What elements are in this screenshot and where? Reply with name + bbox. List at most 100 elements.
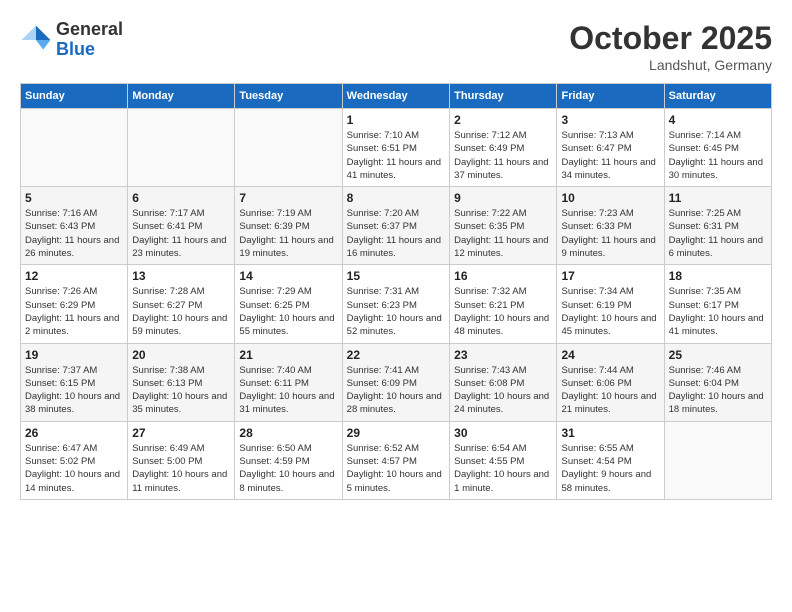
day-info: Sunrise: 7:10 AMSunset: 6:51 PMDaylight:…	[347, 129, 445, 182]
day-info: Sunrise: 7:38 AMSunset: 6:13 PMDaylight:…	[132, 364, 230, 417]
day-header: Monday	[128, 84, 235, 109]
day-info: Sunrise: 7:34 AMSunset: 6:19 PMDaylight:…	[561, 285, 659, 338]
day-number: 20	[132, 348, 230, 362]
calendar-week-row: 12Sunrise: 7:26 AMSunset: 6:29 PMDayligh…	[21, 265, 772, 343]
title-block: October 2025 Landshut, Germany	[569, 20, 772, 73]
day-number: 30	[454, 426, 552, 440]
calendar-cell	[664, 421, 771, 499]
day-info: Sunrise: 7:40 AMSunset: 6:11 PMDaylight:…	[239, 364, 337, 417]
day-number: 19	[25, 348, 123, 362]
day-number: 5	[25, 191, 123, 205]
calendar-cell: 16Sunrise: 7:32 AMSunset: 6:21 PMDayligh…	[450, 265, 557, 343]
day-info: Sunrise: 7:44 AMSunset: 6:06 PMDaylight:…	[561, 364, 659, 417]
day-number: 8	[347, 191, 445, 205]
day-number: 3	[561, 113, 659, 127]
day-info: Sunrise: 7:19 AMSunset: 6:39 PMDaylight:…	[239, 207, 337, 260]
day-info: Sunrise: 7:22 AMSunset: 6:35 PMDaylight:…	[454, 207, 552, 260]
calendar-cell: 9 Sunrise: 7:22 AMSunset: 6:35 PMDaylight…	[450, 187, 557, 265]
day-info: Sunrise: 7:46 AMSunset: 6:04 PMDaylight:…	[669, 364, 767, 417]
calendar-cell: 4Sunrise: 7:14 AMSunset: 6:45 PMDaylight…	[664, 109, 771, 187]
day-header: Wednesday	[342, 84, 449, 109]
day-header: Friday	[557, 84, 664, 109]
calendar-cell: 8 Sunrise: 7:20 AMSunset: 6:37 PMDaylight…	[342, 187, 449, 265]
calendar-cell: 6 Sunrise: 7:17 AMSunset: 6:41 PMDaylight…	[128, 187, 235, 265]
day-info: Sunrise: 7:20 AMSunset: 6:37 PMDaylight:…	[347, 207, 445, 260]
day-number: 9	[454, 191, 552, 205]
day-info: Sunrise: 7:26 AMSunset: 6:29 PMDaylight:…	[25, 285, 123, 338]
day-header: Sunday	[21, 84, 128, 109]
calendar-cell: 23Sunrise: 7:43 AMSunset: 6:08 PMDayligh…	[450, 343, 557, 421]
calendar-cell: 7 Sunrise: 7:19 AMSunset: 6:39 PMDaylight…	[235, 187, 342, 265]
day-info: Sunrise: 7:17 AMSunset: 6:41 PMDaylight:…	[132, 207, 230, 260]
calendar-week-row: 19 Sunrise: 7:37 AMSunset: 6:15 PMDayligh…	[21, 343, 772, 421]
day-number: 24	[561, 348, 659, 362]
logo-general: General	[56, 20, 123, 40]
calendar-cell: 10 Sunrise: 7:23 AMSunset: 6:33 PMDayligh…	[557, 187, 664, 265]
calendar-cell: 13 Sunrise: 7:28 AMSunset: 6:27 PMDayligh…	[128, 265, 235, 343]
calendar-cell: 5 Sunrise: 7:16 AMSunset: 6:43 PMDaylight…	[21, 187, 128, 265]
day-header: Tuesday	[235, 84, 342, 109]
day-number: 28	[239, 426, 337, 440]
day-header: Saturday	[664, 84, 771, 109]
page-header: General Blue October 2025 Landshut, Germ…	[20, 20, 772, 73]
calendar-cell: 22 Sunrise: 7:41 AMSunset: 6:09 PMDayligh…	[342, 343, 449, 421]
day-number: 16	[454, 269, 552, 283]
calendar-cell: 1 Sunrise: 7:10 AMSunset: 6:51 PMDaylight…	[342, 109, 449, 187]
calendar-cell: 14Sunrise: 7:29 AMSunset: 6:25 PMDayligh…	[235, 265, 342, 343]
calendar-cell: 18 Sunrise: 7:35 AMSunset: 6:17 PMDayligh…	[664, 265, 771, 343]
day-info: Sunrise: 7:43 AMSunset: 6:08 PMDaylight:…	[454, 364, 552, 417]
location: Landshut, Germany	[569, 57, 772, 73]
day-info: Sunrise: 7:12 AMSunset: 6:49 PMDaylight:…	[454, 129, 552, 182]
day-info: Sunrise: 6:55 AMSunset: 4:54 PMDaylight:…	[561, 442, 659, 495]
logo-blue: Blue	[56, 40, 123, 60]
calendar-week-row: 26Sunrise: 6:47 AMSunset: 5:02 PMDayligh…	[21, 421, 772, 499]
day-info: Sunrise: 7:23 AMSunset: 6:33 PMDaylight:…	[561, 207, 659, 260]
day-info: Sunrise: 7:13 AMSunset: 6:47 PMDaylight:…	[561, 129, 659, 182]
day-number: 26	[25, 426, 123, 440]
day-info: Sunrise: 7:28 AMSunset: 6:27 PMDaylight:…	[132, 285, 230, 338]
day-number: 1	[347, 113, 445, 127]
day-number: 10	[561, 191, 659, 205]
day-number: 13	[132, 269, 230, 283]
day-info: Sunrise: 7:16 AMSunset: 6:43 PMDaylight:…	[25, 207, 123, 260]
day-number: 4	[669, 113, 767, 127]
day-number: 15	[347, 269, 445, 283]
day-number: 18	[669, 269, 767, 283]
calendar-week-row: 1 Sunrise: 7:10 AMSunset: 6:51 PMDaylight…	[21, 109, 772, 187]
calendar-cell: 28 Sunrise: 6:50 AMSunset: 4:59 PMDayligh…	[235, 421, 342, 499]
day-number: 6	[132, 191, 230, 205]
day-number: 22	[347, 348, 445, 362]
day-number: 21	[239, 348, 337, 362]
calendar-body: 1 Sunrise: 7:10 AMSunset: 6:51 PMDaylight…	[21, 109, 772, 500]
calendar-cell: 29Sunrise: 6:52 AMSunset: 4:57 PMDayligh…	[342, 421, 449, 499]
day-info: Sunrise: 7:41 AMSunset: 6:09 PMDaylight:…	[347, 364, 445, 417]
month-title: October 2025	[569, 20, 772, 57]
calendar-cell	[21, 109, 128, 187]
day-info: Sunrise: 7:37 AMSunset: 6:15 PMDaylight:…	[25, 364, 123, 417]
calendar-cell: 15 Sunrise: 7:31 AMSunset: 6:23 PMDayligh…	[342, 265, 449, 343]
day-number: 11	[669, 191, 767, 205]
day-info: Sunrise: 7:35 AMSunset: 6:17 PMDaylight:…	[669, 285, 767, 338]
day-header: Thursday	[450, 84, 557, 109]
day-number: 29	[347, 426, 445, 440]
day-number: 25	[669, 348, 767, 362]
day-info: Sunrise: 6:50 AMSunset: 4:59 PMDaylight:…	[239, 442, 337, 495]
calendar-cell: 24 Sunrise: 7:44 AMSunset: 6:06 PMDayligh…	[557, 343, 664, 421]
calendar-cell: 27Sunrise: 6:49 AMSunset: 5:00 PMDayligh…	[128, 421, 235, 499]
calendar-cell: 21 Sunrise: 7:40 AMSunset: 6:11 PMDayligh…	[235, 343, 342, 421]
calendar-table: SundayMondayTuesdayWednesdayThursdayFrid…	[20, 83, 772, 500]
calendar-cell: 31 Sunrise: 6:55 AMSunset: 4:54 PMDayligh…	[557, 421, 664, 499]
calendar-cell: 20 Sunrise: 7:38 AMSunset: 6:13 PMDayligh…	[128, 343, 235, 421]
day-info: Sunrise: 6:49 AMSunset: 5:00 PMDaylight:…	[132, 442, 230, 495]
day-info: Sunrise: 7:31 AMSunset: 6:23 PMDaylight:…	[347, 285, 445, 338]
calendar-cell: 11Sunrise: 7:25 AMSunset: 6:31 PMDayligh…	[664, 187, 771, 265]
calendar-cell: 17Sunrise: 7:34 AMSunset: 6:19 PMDayligh…	[557, 265, 664, 343]
day-number: 31	[561, 426, 659, 440]
calendar-cell: 3 Sunrise: 7:13 AMSunset: 6:47 PMDaylight…	[557, 109, 664, 187]
day-number: 7	[239, 191, 337, 205]
page-container: General Blue October 2025 Landshut, Germ…	[0, 0, 792, 510]
calendar-header-row: SundayMondayTuesdayWednesdayThursdayFrid…	[21, 84, 772, 109]
calendar-cell: 2Sunrise: 7:12 AMSunset: 6:49 PMDaylight…	[450, 109, 557, 187]
calendar-cell	[235, 109, 342, 187]
day-number: 14	[239, 269, 337, 283]
